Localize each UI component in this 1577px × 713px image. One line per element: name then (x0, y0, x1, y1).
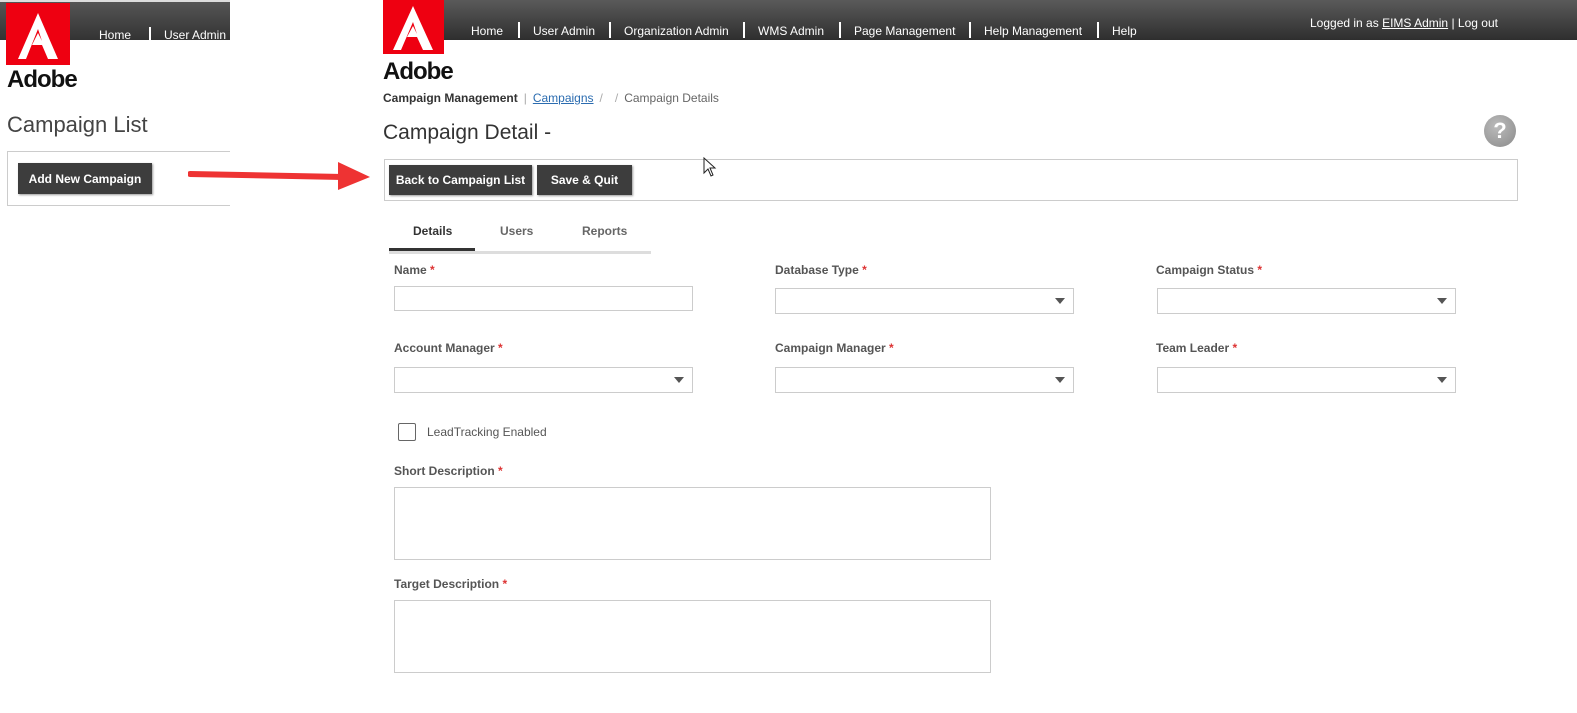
target-description-label-text: Target Description (394, 577, 500, 591)
nav-wms-admin[interactable]: WMS Admin (758, 24, 824, 38)
database-type-label-text: Database Type (775, 263, 859, 277)
breadcrumb-current: Campaign Details (624, 91, 719, 105)
name-label: Name * (394, 263, 435, 277)
chevron-down-icon (1055, 298, 1065, 304)
login-separator: | (1451, 16, 1455, 30)
nav-separator (609, 22, 611, 38)
campaign-status-label: Campaign Status * (1156, 263, 1262, 277)
lead-tracking-checkbox[interactable] (398, 423, 416, 441)
name-input[interactable] (394, 286, 693, 311)
back-to-campaign-list-button[interactable]: Back to Campaign List (389, 165, 532, 195)
adobe-wordmark: Adobe (383, 58, 454, 85)
active-tab-indicator (389, 248, 475, 251)
chevron-down-icon (1055, 377, 1065, 383)
short-description-label: Short Description * (394, 464, 503, 478)
nav-help-management[interactable]: Help Management (984, 24, 1082, 38)
nav-page-management[interactable]: Page Management (854, 24, 955, 38)
target-description-textarea[interactable] (394, 600, 991, 673)
save-and-quit-button[interactable]: Save & Quit (537, 165, 632, 195)
red-arrow-annotation (188, 162, 370, 190)
short-description-label-text: Short Description (394, 464, 495, 478)
adobe-logo (383, 0, 444, 59)
required-mark: * (1257, 263, 1263, 277)
chevron-down-icon (674, 377, 684, 383)
mouse-cursor-icon (703, 157, 717, 177)
nav-organization-admin[interactable]: Organization Admin (624, 24, 729, 38)
tab-reports[interactable]: Reports (582, 224, 627, 238)
nav-home[interactable]: Home (471, 24, 503, 38)
required-mark: * (498, 464, 503, 478)
nav-separator (1097, 22, 1099, 38)
logged-in-prefix: Logged in as (1310, 16, 1379, 30)
adobe-logo-mark (383, 0, 444, 54)
breadcrumb-separator: / (599, 91, 603, 105)
left-nav-user-admin[interactable]: User Admin (164, 28, 226, 42)
chevron-down-icon (1437, 298, 1447, 304)
chevron-down-icon (1437, 377, 1447, 383)
login-status: Logged in as EIMS Admin | Log out (1310, 16, 1498, 30)
breadcrumb: Campaign Management | Campaigns / / Campaign … (383, 91, 719, 105)
add-new-campaign-button[interactable]: Add New Campaign (18, 163, 152, 194)
account-manager-label-text: Account Manager (394, 341, 495, 355)
nav-user-admin[interactable]: User Admin (533, 24, 595, 38)
nav-separator (518, 22, 520, 38)
page-title: Campaign Detail - (383, 121, 552, 144)
database-type-label: Database Type * (775, 263, 867, 277)
nav-help[interactable]: Help (1112, 24, 1137, 38)
breadcrumb-campaign-management: Campaign Management (383, 91, 518, 105)
required-mark: * (889, 341, 894, 355)
adobe-logo-mark (6, 3, 70, 65)
campaign-list-title: Campaign List (7, 112, 148, 137)
logout-link[interactable]: Log out (1458, 16, 1498, 30)
adobe-logo (6, 3, 70, 70)
required-mark: * (862, 263, 867, 277)
account-manager-label: Account Manager * (394, 341, 503, 355)
team-leader-label-text: Team Leader (1156, 341, 1230, 355)
nav-separator (969, 22, 971, 38)
campaign-list-panel: Home User Admin Adobe Campaign List Add … (0, 0, 230, 713)
account-manager-select[interactable] (394, 367, 693, 393)
nav-separator (743, 22, 745, 38)
database-type-select[interactable] (775, 288, 1074, 314)
name-label-text: Name (394, 263, 427, 277)
nav-separator (839, 22, 841, 38)
tab-users[interactable]: Users (500, 224, 533, 238)
breadcrumb-separator: | (523, 91, 527, 105)
team-leader-select[interactable] (1157, 367, 1456, 393)
question-icon[interactable]: ? (1484, 115, 1516, 147)
left-nav-home[interactable]: Home (99, 28, 131, 42)
lead-tracking-label: LeadTracking Enabled (427, 425, 547, 439)
campaign-manager-label: Campaign Manager * (775, 341, 894, 355)
required-mark: * (430, 263, 435, 277)
campaign-status-select[interactable] (1157, 288, 1456, 314)
breadcrumb-separator: / (614, 91, 619, 105)
breadcrumb-campaigns-link[interactable]: Campaigns (533, 91, 594, 105)
adobe-wordmark: Adobe (7, 66, 78, 93)
user-link[interactable]: EIMS Admin (1382, 16, 1448, 30)
required-mark: * (502, 577, 508, 591)
required-mark: * (498, 341, 503, 355)
nav-separator (149, 27, 151, 43)
required-mark: * (1232, 341, 1238, 355)
target-description-label: Target Description * (394, 577, 507, 591)
campaign-manager-label-text: Campaign Manager (775, 341, 886, 355)
campaign-status-label-text: Campaign Status (1156, 263, 1255, 277)
team-leader-label: Team Leader * (1156, 341, 1237, 355)
short-description-textarea[interactable] (394, 487, 991, 560)
tab-details[interactable]: Details (413, 224, 452, 238)
campaign-manager-select[interactable] (775, 367, 1074, 393)
